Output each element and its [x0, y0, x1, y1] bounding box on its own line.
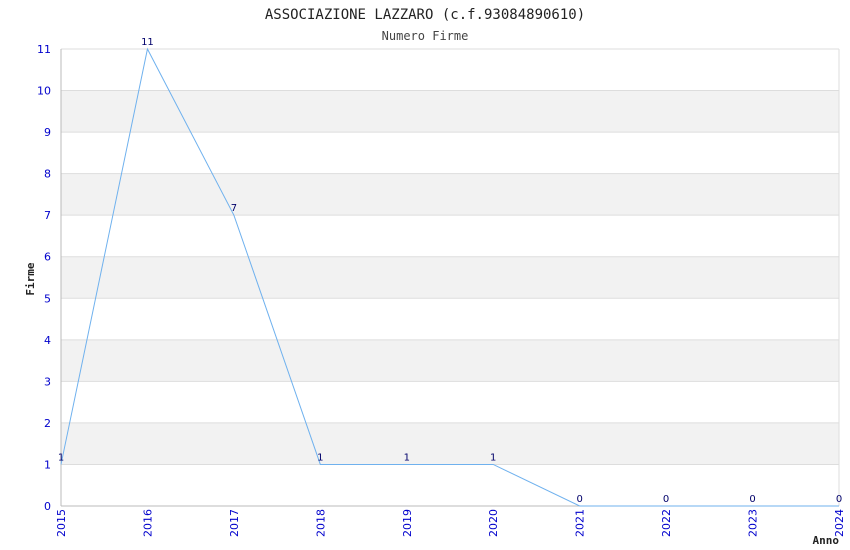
x-tick-label: 2022: [660, 509, 673, 537]
y-tick-label: 7: [44, 209, 51, 222]
x-tick-label: 2023: [747, 509, 760, 537]
chart-title: ASSOCIAZIONE LAZZARO (c.f.93084890610): [265, 7, 585, 23]
data-label: 11: [141, 37, 154, 48]
y-tick-label: 10: [37, 85, 51, 98]
grid-band: [61, 422, 839, 465]
grid-band: [61, 90, 839, 133]
data-label: 1: [490, 452, 496, 463]
data-label: 1: [404, 452, 410, 463]
y-tick-label: 2: [44, 417, 51, 430]
grid-band: [61, 339, 839, 382]
y-tick-label: 8: [44, 168, 51, 181]
x-tick-labels: 2015 2016 2017 2018 2019 2020 2021 2022 2023 2024: [55, 509, 846, 537]
data-label: 1: [317, 452, 323, 463]
chart-subtitle: Numero Firme: [382, 29, 469, 43]
y-tick-label: 4: [44, 334, 51, 347]
x-tick-label: 2020: [487, 509, 500, 537]
data-label: 0: [576, 494, 582, 505]
y-tick-label: 9: [44, 126, 51, 139]
x-tick-label: 2019: [401, 509, 414, 537]
y-tick-labels: 0 1 2 3 4 5 6 7 8 9 10 11: [37, 43, 51, 513]
data-label: 0: [663, 494, 669, 505]
x-tick-label: 2016: [141, 509, 154, 537]
line-chart: ASSOCIAZIONE LAZZARO (c.f.93084890610) N…: [24, 7, 846, 547]
y-tick-label: 3: [44, 375, 51, 388]
y-tick-label: 0: [44, 500, 51, 513]
y-axis-label: Firme: [24, 262, 37, 295]
data-label: 7: [231, 203, 237, 214]
x-tick-label: 2024: [833, 509, 846, 537]
grid-band: [61, 173, 839, 216]
grid-bands: [61, 90, 839, 465]
x-tick-label: 2018: [314, 509, 327, 537]
y-tick-label: 5: [44, 292, 51, 305]
data-label: 1: [58, 452, 64, 463]
data-label: 0: [749, 494, 755, 505]
y-tick-label: 1: [44, 458, 51, 471]
y-tick-label: 6: [44, 251, 51, 264]
x-tick-label: 2015: [55, 509, 68, 537]
grid-band: [61, 256, 839, 299]
y-tick-label: 11: [37, 43, 51, 56]
x-tick-label: 2017: [228, 509, 241, 537]
data-label: 0: [836, 494, 842, 505]
x-tick-label: 2021: [574, 509, 587, 537]
